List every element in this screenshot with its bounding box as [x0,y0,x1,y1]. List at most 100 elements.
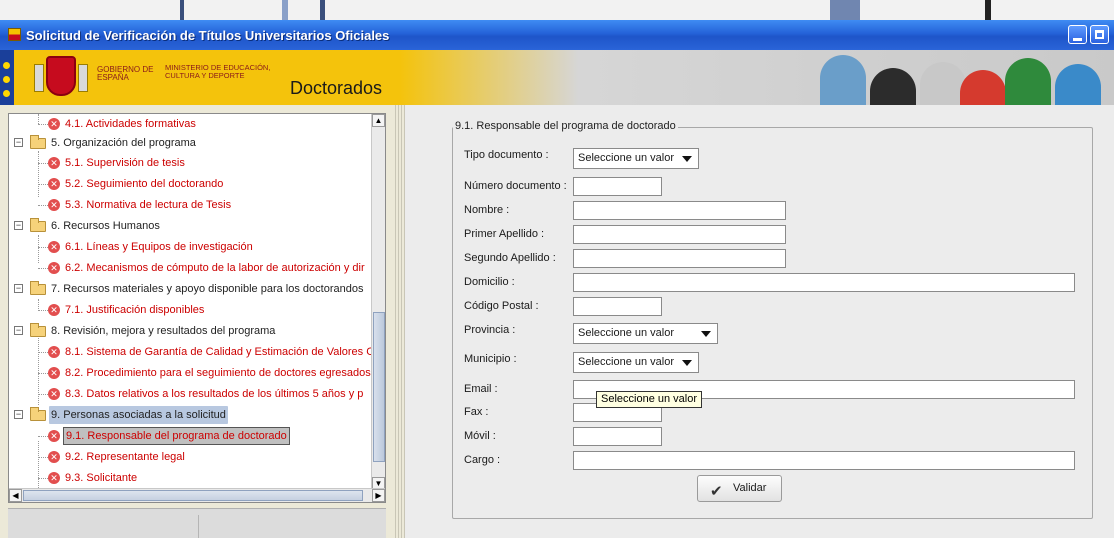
collapse-icon[interactable]: − [14,284,23,293]
provincia-value: Seleccione un valor [578,327,675,339]
maximize-button[interactable] [1090,25,1109,44]
segundo-apellido-label: Segundo Apellido : [464,252,556,264]
tree-horizontal-scrollbar[interactable]: ◀ ▶ [9,488,385,502]
scrollbar-thumb[interactable] [23,490,363,501]
coat-of-arms-icon [34,56,88,96]
collapse-icon[interactable]: − [14,138,23,147]
scrollbar-thumb[interactable] [373,312,385,462]
folder-icon [30,281,46,295]
panel-splitter[interactable] [393,105,405,538]
tree-item[interactable]: ✕ 7.1. Justificación disponibles [9,301,373,319]
tree-item[interactable]: ✕ 4.1. Actividades formativas [9,115,373,133]
folder-icon [30,407,46,421]
tree-item-label: 6.1. Líneas y Equipos de investigación [65,241,253,253]
chevron-down-icon [682,360,692,366]
scroll-up-icon[interactable]: ▲ [372,114,385,127]
error-icon: ✕ [48,346,60,358]
provincia-label: Provincia : [464,324,516,336]
movil-input[interactable] [573,427,662,446]
tree-item[interactable]: ✕ 5.1. Supervisión de tesis [9,154,373,172]
header-banner [400,50,1114,105]
tree-item[interactable]: ✕ 8.2. Procedimiento para el seguimiento… [9,364,373,382]
primer-apellido-input[interactable] [573,225,786,244]
ministerio-logo-text: MINISTERIO DE EDUCACIÓN, CULTURA Y DEPOR… [165,63,271,80]
tree-item[interactable]: ✕ 8.3. Datos relativos a los resultados … [9,385,373,403]
tree-item[interactable]: ✕ 6.1. Líneas y Equipos de investigación [9,238,373,256]
email-label: Email : [464,383,498,395]
validar-button-label: Validar [733,482,767,494]
cargo-input[interactable] [573,451,1075,470]
tree-folder[interactable]: − 5. Organización del programa [9,134,373,152]
tree-item-label: 8.3. Datos relativos a los resultados de… [65,388,364,400]
tipo-documento-select[interactable]: Seleccione un valor [573,148,699,169]
desktop-background [0,0,1114,20]
app-title: Doctorados [290,78,383,98]
navigation-panel: ✕ 4.1. Actividades formativas − 5. Organ… [0,105,390,538]
error-icon: ✕ [48,178,60,190]
app-window: Solicitud de Verificación de Títulos Uni… [0,20,1114,538]
tree-item[interactable]: ✕ 8.1. Sistema de Garantía de Calidad y … [9,343,373,361]
tree-item-label: 9.1. Responsable del programa de doctora… [63,427,290,445]
primer-apellido-label: Primer Apellido : [464,228,545,240]
collapse-icon[interactable]: − [14,326,23,335]
title-bar[interactable]: Solicitud de Verificación de Títulos Uni… [0,20,1114,50]
tree-item[interactable]: ✕ 5.2. Seguimiento del doctorando [9,175,373,193]
tree-vertical-scrollbar[interactable]: ▲ ▼ [371,114,385,490]
nombre-input[interactable] [573,201,786,220]
domicilio-input[interactable] [573,273,1075,292]
tree-item-label: 5.1. Supervisión de tesis [65,157,185,169]
collapse-icon[interactable]: − [14,410,23,419]
municipio-label: Municipio : [464,353,517,365]
collapse-icon[interactable]: − [14,221,23,230]
tree-folder[interactable]: − 8. Revisión, mejora y resultados del p… [9,322,373,340]
tipo-documento-value: Seleccione un valor [578,152,675,164]
error-icon: ✕ [48,199,60,211]
checkmark-icon: ✔ [710,483,723,500]
numero-documento-input[interactable] [573,177,662,196]
error-icon: ✕ [48,430,60,442]
municipio-select[interactable]: Seleccione un valor [573,352,699,373]
banner-figure [1055,64,1101,105]
fieldset-legend: 9.1. Responsable del programa de doctora… [453,120,678,132]
banner-figure [960,70,1006,105]
tree-item-selected[interactable]: ✕ 9.1. Responsable del programa de docto… [9,427,373,445]
eu-flag-icon [0,50,14,105]
tree-item-label: 7.1. Justificación disponibles [65,304,205,316]
desktop-fragment [320,0,325,20]
provincia-select[interactable]: Seleccione un valor [573,323,718,344]
tree-item-label: 4.1. Actividades formativas [65,118,196,130]
tipo-documento-label: Tipo documento : [464,149,549,161]
fax-label: Fax : [464,406,489,418]
tree-item[interactable]: ✕ 6.2. Mecanismos de cómputo de la labor… [9,259,373,277]
movil-label: Móvil : [464,430,496,442]
tree-item[interactable]: ✕ 9.2. Representante legal [9,448,373,466]
minimize-button[interactable] [1068,25,1087,44]
banner-figure [870,68,916,105]
tree-folder-selected[interactable]: − 9. Personas asociadas a la solicitud [9,406,373,424]
codigo-postal-input[interactable] [573,297,662,316]
desktop-fragment [830,0,860,20]
tree-folder[interactable]: − 7. Recursos materiales y apoyo disponi… [9,280,373,298]
error-icon: ✕ [48,451,60,463]
segundo-apellido-input[interactable] [573,249,786,268]
domicilio-label: Domicilio : [464,276,515,288]
scroll-right-icon[interactable]: ▶ [372,489,385,502]
tree-item-label: 9.2. Representante legal [65,451,185,463]
tree-item-label: 6. Recursos Humanos [51,220,160,232]
validar-button[interactable]: ✔ Validar [697,475,782,502]
tree-item-label: 9.3. Solicitante [65,472,138,484]
tree-item-label: 8.2. Procedimiento para el seguimiento d… [65,367,371,379]
tree-item-label: 6.2. Mecanismos de cómputo de la labor d… [65,262,365,274]
error-icon: ✕ [48,262,60,274]
scroll-left-icon[interactable]: ◀ [9,489,22,502]
nombre-label: Nombre : [464,204,510,216]
folder-icon [30,218,46,232]
app-header: GOBIERNO DE ESPAÑA MINISTERIO DE EDUCACI… [0,50,1114,105]
banner-figure [1005,58,1051,105]
tree-folder[interactable]: − 6. Recursos Humanos [9,217,373,235]
responsable-fieldset: 9.1. Responsable del programa de doctora… [452,120,1093,519]
tree-item[interactable]: ✕ 5.3. Normativa de lectura de Tesis [9,196,373,214]
tree-item[interactable]: ✕ 9.3. Solicitante [9,469,373,487]
tree-item-label: 8. Revisión, mejora y resultados del pro… [51,325,276,337]
banner-figure [820,55,866,105]
